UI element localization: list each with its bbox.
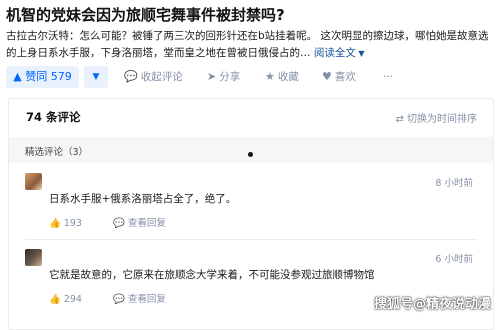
featured-comments-label: 精选评论（3） <box>25 147 89 158</box>
comment-actions: 👍 193 💬 查看回复 <box>49 215 194 229</box>
avatar[interactable] <box>25 173 42 190</box>
comment-time: 8 小时前 <box>435 178 473 189</box>
featured-comments-bar: 精选评论（3） <box>9 137 493 163</box>
comment-actions: 👍 294 💬 查看回复 <box>49 291 194 305</box>
thumbs-up-icon: 👍 <box>49 294 61 305</box>
cursor-dot <box>248 152 253 157</box>
more-button[interactable]: ··· <box>383 66 393 88</box>
view-replies-button[interactable]: 💬 查看回复 <box>113 218 180 229</box>
watermark: 搜狐号@精夜说动漫 <box>373 297 491 312</box>
comment-icon: 💬 <box>113 294 125 305</box>
switch-sort-button[interactable]: ⇄ 切换为时间排序 <box>395 110 477 125</box>
view-replies-button[interactable]: 💬 查看回复 <box>113 294 180 305</box>
avatar[interactable] <box>25 249 42 266</box>
favorite-button[interactable]: ★ 收藏 <box>265 66 299 88</box>
answer-action-bar: ▲ 赞同 579 ▼ 💬 收起评论 ➤ 分享 ★ 收藏 ♥ 喜欢 ··· <box>0 66 499 90</box>
vote-down-button[interactable]: ▼ <box>84 66 108 88</box>
question-title[interactable]: 机智的党妹会因为旅顺宅舞事件被封禁吗? <box>6 6 494 24</box>
comments-header: 74 条评论 ⇄ 切换为时间排序 <box>9 99 493 135</box>
comment-icon: 💬 <box>124 70 138 83</box>
answer-excerpt: 古拉古尔沃特：怎么可能？被锤了两三次的回形针还在b站挂着呢。 这次明显的擦边球，… <box>6 28 496 62</box>
read-more-link[interactable]: 阅读全文 ▼ <box>314 47 365 59</box>
star-icon: ★ <box>265 70 275 83</box>
comment-like-button[interactable]: 👍 294 <box>49 294 96 305</box>
comment-icon: 💬 <box>113 218 125 229</box>
share-button[interactable]: ➤ 分享 <box>207 66 240 88</box>
collapse-comments-button[interactable]: 💬 收起评论 <box>124 66 183 88</box>
comment-text: 它就是故意的，它原来在旅顺念大学来着，不可能没参观过旅顺博物馆 <box>49 269 375 281</box>
comment-text: 日系水手服+俄系洛丽塔占全了，绝了。 <box>49 193 237 205</box>
swap-icon: ⇄ <box>395 114 407 125</box>
heart-icon: ♥ <box>322 70 332 83</box>
vote-up-button[interactable]: ▲ 赞同 579 <box>6 66 79 88</box>
comment-count-title: 74 条评论 <box>26 110 81 124</box>
comment-time: 6 小时前 <box>435 254 473 265</box>
share-icon: ➤ <box>207 70 217 83</box>
like-button[interactable]: ♥ 喜欢 <box>322 66 356 88</box>
chevron-down-icon: ▼ <box>355 49 365 58</box>
thumbs-up-icon: 👍 <box>49 218 61 229</box>
excerpt-text: 古拉古尔沃特：怎么可能？被锤了两三次的回形针还在b站挂着呢。 这次明显的擦边球，… <box>6 30 489 59</box>
comment-divider <box>25 239 477 240</box>
comment-like-button[interactable]: 👍 193 <box>49 218 96 229</box>
